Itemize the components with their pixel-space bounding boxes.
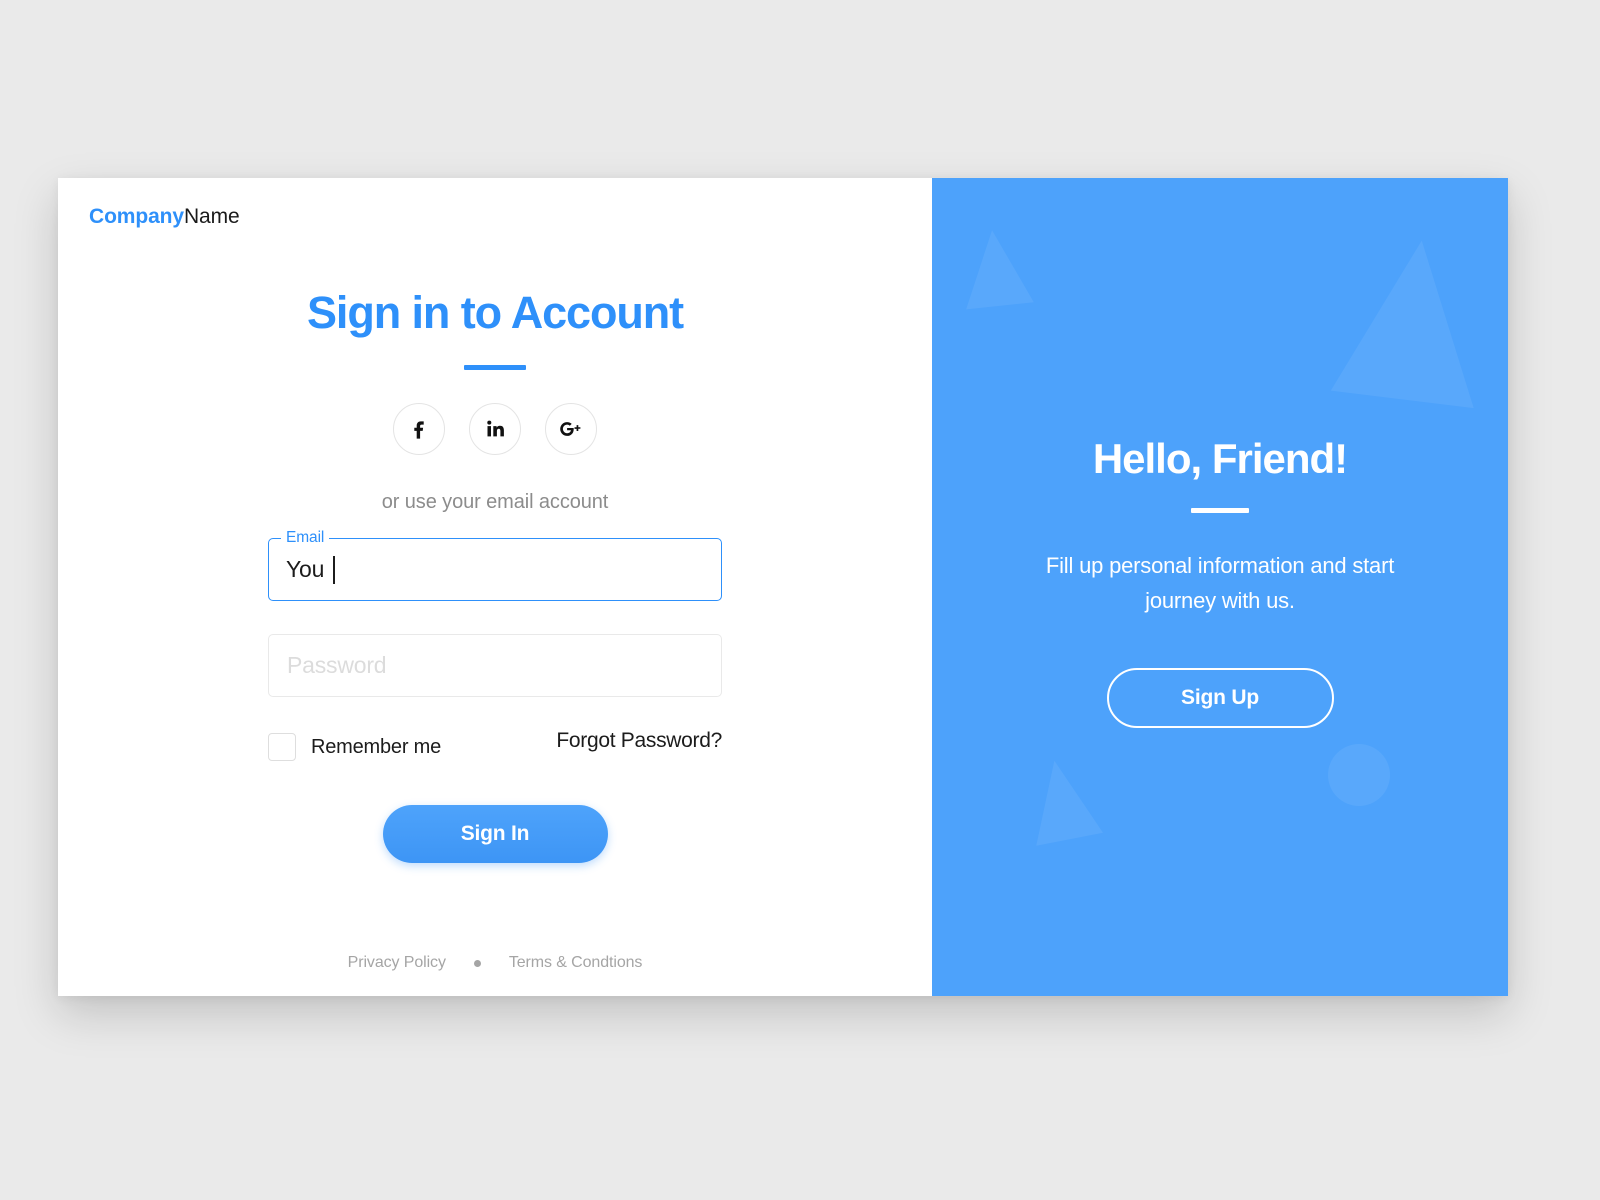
sign-up-button[interactable]: Sign Up [1106,667,1334,728]
email-field-outline [268,538,722,601]
password-field[interactable]: Password [268,634,722,697]
auth-card: CompanyName Sign in to Account or use yo… [58,178,1508,996]
password-placeholder: Password [287,652,387,678]
footer-separator-dot [473,959,481,967]
brand-logo: CompanyName [89,205,240,229]
facebook-login-button[interactable] [393,403,445,455]
sign-in-button[interactable]: Sign In [382,805,608,863]
triangle-decoration-top-right [1330,231,1494,409]
promo-divider [1191,508,1249,514]
page-title: Sign in to Account [307,287,684,338]
email-field-value-row: You [286,538,335,601]
terms-conditions-link[interactable]: Terms & Condtions [509,954,643,972]
google-plus-icon [558,418,584,440]
privacy-policy-link[interactable]: Privacy Policy [348,954,446,972]
title-divider [464,365,526,370]
signin-form: Sign in to Account or use your email acc… [58,290,932,863]
brand-name-text: Name [183,205,240,228]
remember-forgot-row: Remember me Forgot Password? [268,729,722,761]
facebook-icon [408,418,430,440]
promo-title: Hello, Friend! [1092,435,1348,483]
signin-panel: CompanyName Sign in to Account or use yo… [58,178,932,996]
linkedin-icon [484,418,506,440]
brand-company-text: Company [89,205,184,228]
email-input-value: You [286,556,325,582]
googleplus-login-button[interactable] [545,403,597,455]
promo-subtitle: Fill up personal information and start j… [1045,553,1395,613]
triangle-decoration-top-left [958,226,1034,310]
footer-links: Privacy Policy Terms & Condtions [58,954,932,972]
social-login-group [393,403,597,455]
promo-content: Hello, Friend! Fill up personal informat… [1010,435,1430,728]
remember-me-label: Remember me [311,735,442,758]
linkedin-login-button[interactable] [469,403,521,455]
text-caret [333,555,335,584]
promo-panel: Hello, Friend! Fill up personal informat… [932,178,1508,996]
circle-decoration-bottom-right [1328,744,1390,806]
triangle-decoration-bottom-left [1020,754,1104,846]
email-prompt-text: or use your email account [381,491,609,513]
forgot-password-link[interactable]: Forgot Password? [556,729,722,753]
remember-me-checkbox[interactable] [268,733,296,761]
remember-me-group[interactable]: Remember me [268,733,441,761]
email-field[interactable]: Email You [268,529,722,601]
page-root: CompanyName Sign in to Account or use yo… [0,0,1600,1200]
